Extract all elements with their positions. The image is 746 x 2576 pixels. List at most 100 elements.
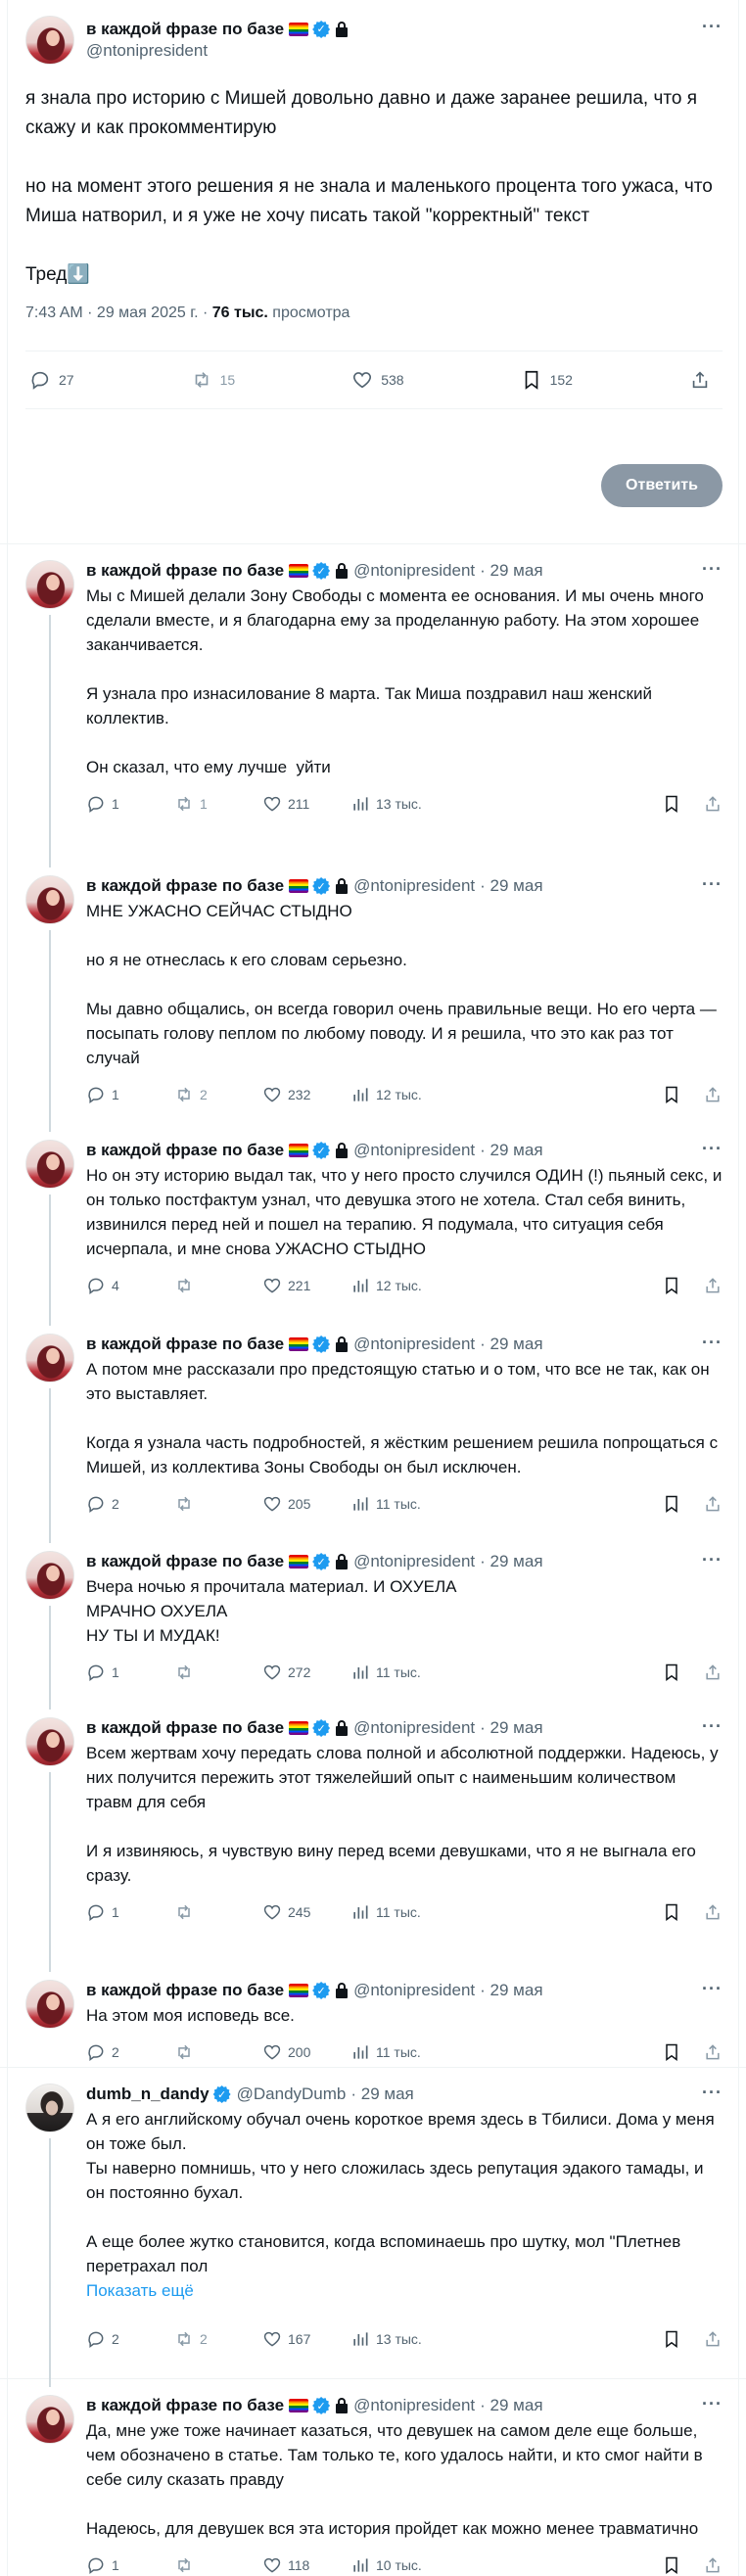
like-action[interactable]: 221 <box>262 1276 350 1295</box>
reply-tweet[interactable]: dumb_n_dandy ✓ @DandyDumb · 29 мая ··· А… <box>0 2068 746 2387</box>
views-action[interactable]: 12 тыс. <box>350 1085 468 1104</box>
author-handle[interactable]: @ntonipresident <box>353 1981 475 2000</box>
show-more-link[interactable]: Показать ещё <box>86 2278 723 2303</box>
bookmark-icon[interactable] <box>662 1902 681 1922</box>
reply-date[interactable]: · 29 мая <box>480 1718 542 1738</box>
avatar[interactable] <box>25 2395 74 2444</box>
views-action[interactable]: 10 тыс. <box>350 2555 468 2575</box>
reply-action[interactable]: 1 <box>86 794 174 814</box>
like-action[interactable]: 232 <box>262 1085 350 1104</box>
reply-action[interactable]: 2 <box>86 1494 174 1514</box>
author-name[interactable]: в каждой фразе по базе <box>86 2396 284 2415</box>
reply-action[interactable]: 1 <box>86 2555 174 2575</box>
views-action[interactable]: 12 тыс. <box>350 1276 468 1295</box>
avatar[interactable] <box>25 560 74 609</box>
like-action[interactable]: 272 <box>262 1663 350 1682</box>
author-name[interactable]: в каждой фразе по базе <box>86 1718 284 1738</box>
repost-action[interactable]: 15 <box>191 369 235 391</box>
more-options-icon[interactable]: ··· <box>702 1140 723 1157</box>
views-action[interactable]: 13 тыс. <box>350 2329 468 2349</box>
repost-action[interactable] <box>174 2555 262 2575</box>
reply-tweet[interactable]: в каждой фразе по базе ✓ @ntonipresident… <box>0 1535 746 1710</box>
author-handle[interactable]: @ntonipresident <box>353 1552 475 1571</box>
avatar[interactable] <box>25 1334 74 1382</box>
more-options-icon[interactable]: ··· <box>702 560 723 578</box>
repost-action[interactable] <box>174 1902 262 1922</box>
share-icon[interactable] <box>703 1663 723 1682</box>
bookmark-icon[interactable] <box>662 1663 681 1682</box>
reply-tweet[interactable]: в каждой фразе по базе ✓ @ntonipresident… <box>0 1964 746 2068</box>
author-handle[interactable]: @ntonipresident <box>353 1718 475 1738</box>
like-action[interactable]: 205 <box>262 1494 350 1514</box>
reply-date[interactable]: · 29 мая <box>480 2396 542 2415</box>
views-action[interactable]: 11 тыс. <box>350 2042 468 2062</box>
like-action[interactable]: 118 <box>262 2555 350 2575</box>
more-options-icon[interactable]: ··· <box>702 875 723 893</box>
views-action[interactable]: 11 тыс. <box>350 1494 468 1514</box>
reply-date[interactable]: · 29 мая <box>480 1335 542 1354</box>
bookmark-icon[interactable] <box>662 1494 681 1514</box>
timestamp[interactable]: 7:43 AM · 29 мая 2025 г. · <box>25 304 212 321</box>
like-action[interactable]: 167 <box>262 2329 350 2349</box>
author-name[interactable]: в каждой фразе по базе <box>86 19 284 40</box>
bookmark-icon[interactable] <box>662 1276 681 1295</box>
author-handle[interactable]: @ntonipresident <box>353 561 475 581</box>
reply-tweet[interactable]: в каждой фразе по базе ✓ @ntonipresident… <box>0 1124 746 1326</box>
repost-action[interactable] <box>174 2042 262 2062</box>
bookmark-icon[interactable] <box>662 2555 681 2575</box>
avatar[interactable] <box>25 1980 74 2029</box>
more-options-icon[interactable]: ··· <box>702 1980 723 1997</box>
more-options-icon[interactable]: ··· <box>702 18 723 35</box>
share-icon[interactable] <box>703 2329 723 2349</box>
author-name[interactable]: dumb_n_dandy <box>86 2084 210 2104</box>
reply-tweet[interactable]: в каждой фразе по базе ✓ @ntonipresident… <box>0 544 746 867</box>
reply-action[interactable]: 2 <box>86 2042 174 2062</box>
avatar[interactable] <box>25 2084 74 2132</box>
author-name[interactable]: в каждой фразе по базе <box>86 876 284 896</box>
reply-tweet[interactable]: в каждой фразе по базе ✓ @ntonipresident… <box>0 860 746 1132</box>
reply-date[interactable]: · 29 мая <box>480 876 542 896</box>
reply-date[interactable]: · 29 мая <box>480 1552 542 1571</box>
author-name[interactable]: в каждой фразе по базе <box>86 1141 284 1160</box>
repost-action[interactable]: 1 <box>174 794 262 814</box>
author-handle[interactable]: @ntonipresident <box>353 876 475 896</box>
avatar[interactable] <box>25 1717 74 1766</box>
share-action[interactable] <box>689 369 719 391</box>
more-options-icon[interactable]: ··· <box>702 1551 723 1569</box>
reply-date[interactable]: · 29 мая <box>350 2084 413 2104</box>
reply-action[interactable]: 4 <box>86 1276 174 1295</box>
bookmark-icon[interactable] <box>662 2042 681 2062</box>
repost-action[interactable] <box>174 1663 262 1682</box>
author-name[interactable]: в каждой фразе по базе <box>86 1981 284 2000</box>
repost-action[interactable]: 2 <box>174 2329 262 2349</box>
author-handle[interactable]: @ntonipresident <box>353 1335 475 1354</box>
more-options-icon[interactable]: ··· <box>702 2395 723 2412</box>
avatar[interactable] <box>25 1551 74 1600</box>
reply-action[interactable]: 1 <box>86 1902 174 1922</box>
reply-action[interactable]: 1 <box>86 1663 174 1682</box>
reply-action[interactable]: 2 <box>86 2329 174 2349</box>
reply-date[interactable]: · 29 мая <box>480 561 542 581</box>
avatar[interactable] <box>25 16 74 65</box>
bookmark-icon[interactable] <box>662 794 681 814</box>
share-icon[interactable] <box>703 2555 723 2575</box>
reply-action[interactable]: 27 <box>29 369 74 391</box>
share-icon[interactable] <box>703 794 723 814</box>
reply-date[interactable]: · 29 мая <box>480 1141 542 1160</box>
avatar[interactable] <box>25 1140 74 1189</box>
share-icon[interactable] <box>703 1902 723 1922</box>
like-action[interactable]: 245 <box>262 1902 350 1922</box>
author-name[interactable]: в каждой фразе по базе <box>86 1335 284 1354</box>
like-action[interactable]: 200 <box>262 2042 350 2062</box>
author-handle[interactable]: @ntonipresident <box>86 40 348 62</box>
bookmark-icon[interactable] <box>662 2329 681 2349</box>
like-action[interactable]: 538 <box>351 369 404 391</box>
share-icon[interactable] <box>703 1085 723 1104</box>
share-icon[interactable] <box>703 1276 723 1295</box>
reply-button[interactable]: Ответить <box>601 464 723 507</box>
more-options-icon[interactable]: ··· <box>702 2084 723 2101</box>
bookmark-icon[interactable] <box>662 1085 681 1104</box>
author-handle[interactable]: @ntonipresident <box>353 1141 475 1160</box>
views-action[interactable]: 13 тыс. <box>350 794 468 814</box>
bookmark-action[interactable]: 152 <box>521 369 573 391</box>
